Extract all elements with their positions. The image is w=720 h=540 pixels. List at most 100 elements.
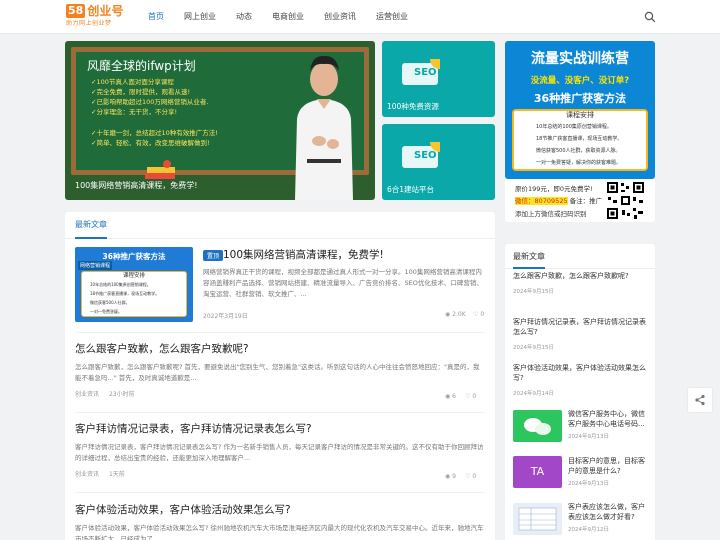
post-excerpt: 客户拜访情况记录表，客户拜访情况记录表怎么写? 作为一名新手销售人员，每天记录客… [75,443,484,462]
sidebar-latest: 最新文章 怎么跟客户致歉，怎么跟客户致歉呢? 2024年9月15日 客户拜访情况… [505,244,655,540]
sidebar-item-title[interactable]: 目标客户的意思，目标客户的意思是什么? [568,456,650,476]
post-category[interactable]: 创业资讯 [75,471,99,478]
target-thumbnail[interactable]: TA [513,456,562,488]
latest-articles: 最新文章 36种推广获客方法 网络营销课程 课程安排 10年总结的100集原创营… [65,212,495,540]
sidebar-image-item[interactable]: 客户表应该怎么做，客户表应该怎么做才好看? 2024年9月12日 [568,502,650,533]
contact-card: 原价199元，即0元免费学! 微信：80709525 备注：推广 添加上方微信或… [505,179,655,222]
section-divider-accent [75,237,107,239]
search-icon[interactable] [644,11,656,23]
likes-count: 0 [480,311,485,318]
thumb-box: 课程安排 10年总结的100集原创营销课程。 18节推广获客直播课，现场互动教学… [81,271,187,317]
post-item[interactable]: 客户体验活动效果，客户体验活动效果怎么写? 客户体验活动效果，客户体验活动效果怎… [75,503,485,540]
wechat-note: 备注：推广 [569,197,603,205]
post-likes[interactable]: ♡ 0 [465,473,476,480]
table-thumbnail[interactable] [513,503,562,535]
post-views: ◉ 6 [445,393,456,400]
qr-code-icon [605,180,646,221]
hero-caption: 100集网络营销高清课程，免费学! [75,181,198,190]
thumb-line: 一对一免费答疑。 [90,309,122,314]
post-title[interactable]: 客户拜访情况记录表，客户拜访情况记录表怎么写? [75,422,485,436]
post-item[interactable]: 客户拜访情况记录表，客户拜访情况记录表怎么写? 客户拜访情况记录表，客户拜访情况… [75,422,485,478]
post-title[interactable]: 客户体验活动效果，客户体验活动效果怎么写? [75,503,485,517]
share-button[interactable] [688,388,712,412]
sidebar-title: 最新文章 [513,252,545,261]
thumb-tag: 网络营销课程 [78,261,113,270]
likes-count: 0 [472,393,477,400]
post-category[interactable]: 创业资讯 [75,391,99,398]
section-title[interactable]: 最新文章 [75,219,107,230]
thumbs-up-icon: ♡ [473,311,479,318]
resource-tile[interactable]: SEO 100种免费资源 [382,41,495,117]
sidebar-item-title[interactable]: 微信客户服务中心，微信客户服务中心电话号码... [568,409,650,429]
tile-caption: 6合1建站平台 [387,185,435,194]
sidebar-item[interactable]: 客户体验活动效果，客户体验活动效果怎么写? 2024年9月14日 [513,363,649,397]
contact-hint: 添加上方微信或扫码识别 [515,210,587,218]
sidebar-item-title[interactable]: 客户体验活动效果，客户体验活动效果怎么写? [513,363,649,383]
hero-banner[interactable]: 风靡全球的ifwp计划 ✓100节真人面对面分享课程 ✓完全免费，限时提供，观看… [65,41,375,200]
sidebar-image-item[interactable]: 目标客户的意思，目标客户的意思是什么? 2024年9月13日 [568,456,650,487]
logo-text: 创业号 [87,4,124,18]
nav-item-operations[interactable]: 运营创业 [376,0,408,34]
tile-caption: 100种免费资源 [387,102,439,111]
hero-board-line: ✓分享理念：无干货，不分享! [91,108,178,116]
site-builder-tile[interactable]: SEO 6合1建站平台 [382,124,495,200]
course-box: 课程安排 10年总结的100集原创营销课程。 18节推广获客直播课，现场互动教学… [512,109,648,171]
views-count: 6 [452,393,456,400]
post-divider [75,332,485,333]
sidebar-item[interactable]: 客户拜访情况记录表，客户拜访情况记录表怎么写? 2024年9月15日 [513,317,649,351]
post-likes[interactable]: ♡ 0 [473,311,484,318]
main-nav: 首页 网上创业 动态 电商创业 创业资讯 运营创业 [148,0,428,34]
nav-item-news[interactable]: 动态 [236,0,252,34]
sidebar-item-date: 2024年9月12日 [568,527,609,533]
sidebar-item-title[interactable]: 客户拜访情况记录表，客户拜访情况记录表怎么写? [513,317,649,337]
nav-item-startup-info[interactable]: 创业资讯 [324,0,356,34]
post-views: ◉ 2.0K [445,311,466,318]
site-logo[interactable]: 58 创业号 助力网上创业梦 [66,3,130,29]
thumb-line: 微信获客500人社群。 [90,300,130,305]
post-title[interactable]: 100集网络营销高清课程，免费学! [223,247,384,262]
featured-thumbnail[interactable]: 36种推广获客方法 网络营销课程 课程安排 10年总结的100集原创营销课程。 … [75,247,193,322]
thumb-line: 18节推广获客直播课，现场互动教学。 [90,291,160,296]
site-header: 58 创业号 助力网上创业梦 首页 网上创业 动态 电商创业 创业资讯 运营创业 [0,0,720,34]
sidebar-item-date: 2024年9月15日 [513,345,554,351]
section-divider [65,238,495,239]
post-excerpt: 怎么跟客户致歉，怎么跟客户致歉呢? 首先，要避免说出"您别生气、您别着急"这类话… [75,363,480,382]
post-item[interactable]: 怎么跟客户致歉，怎么跟客户致歉呢? 怎么跟客户致歉，怎么跟客户致歉呢? 首先，要… [75,342,485,398]
course-box-title: 课程安排 [566,111,594,119]
contact-wechat: 微信：80709525 备注：推广 [515,195,602,205]
sidebar-item-title[interactable]: 怎么跟客户致歉，怎么跟客户致歉呢? [513,271,649,281]
course-line: 18节推广获客直播课，现场互动教学。 [536,136,623,142]
eye-icon: ◉ [445,473,451,480]
post-likes[interactable]: ♡ 0 [465,393,476,400]
nav-item-home[interactable]: 首页 [148,0,164,34]
course-line: 微信获客500人社群，获取资源人脉。 [536,148,621,154]
post-meta: 创业资讯 23小时前 [75,389,485,398]
sidebar-item-date: 2024年9月13日 [568,481,609,487]
nav-item-ecommerce[interactable]: 电商创业 [272,0,304,34]
nav-item-online-startup[interactable]: 网上创业 [184,0,216,34]
eye-icon: ◉ [445,311,451,318]
thumbs-up-icon: ♡ [465,393,471,400]
likes-count: 0 [472,473,477,480]
post-excerpt: 客户体验活动效果，客户体验活动效果怎么写? 徐州驰地农机汽车大市场是淮海经济区内… [75,524,484,540]
thumb-line: 10年总结的100集原创营销课程。 [90,282,151,287]
featured-post[interactable]: 36种推广获客方法 网络营销课程 课程安排 10年总结的100集原创营销课程。 … [75,247,485,327]
sidebar-item-date: 2024年9月15日 [513,289,554,295]
sidebar-image-item[interactable]: 微信客户服务中心，微信客户服务中心电话号码... 2024年9月13日 [568,409,650,440]
hero-board-title: 风靡全球的ifwp计划 [87,59,196,73]
post-meta: 创业资讯 1天前 [75,469,485,478]
thumbs-up-icon: ♡ [465,473,471,480]
sidebar-item[interactable]: 怎么跟客户致歉，怎么跟客户致歉呢? 2024年9月15日 [513,271,649,295]
promo-banner[interactable]: 流量实战训练营 没流量、没客户、没订单? 36种推广获客方法 课程安排 10年总… [505,41,655,179]
sidebar-item-date: 2024年9月13日 [568,434,609,440]
books-image [145,160,175,179]
post-divider [75,492,485,493]
sidebar-item-title[interactable]: 客户表应该怎么做，客户表应该怎么做才好看? [568,502,650,522]
wechat-thumbnail[interactable] [513,410,562,442]
contact-price: 原价199元，即0元免费学! [515,185,593,193]
post-views: ◉ 9 [445,473,456,480]
wechat-id[interactable]: 微信：80709525 [515,197,568,205]
post-title[interactable]: 怎么跟客户致歉，怎么跟客户致歉呢? [75,342,485,356]
promo-subtitle: 没流量、没客户、没订单? [530,76,630,86]
views-count: 9 [452,473,456,480]
